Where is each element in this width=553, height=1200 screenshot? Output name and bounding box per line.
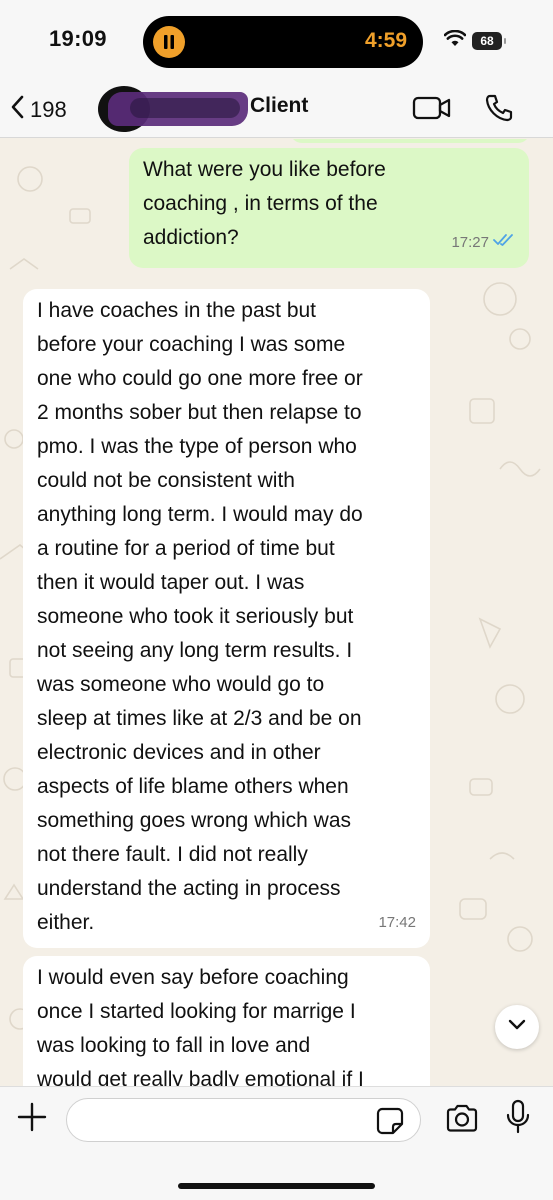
attach-button[interactable] [14,1101,50,1137]
video-camera-icon [412,95,452,126]
plus-icon [17,1102,47,1137]
chat-area[interactable]: What were you like before coaching , in … [0,139,553,1086]
chat-header: 198 Client [0,84,553,138]
camera-button[interactable] [444,1103,480,1137]
sticker-button[interactable] [376,1107,404,1135]
redaction-scribble-shade [130,98,240,118]
voice-call-button[interactable] [477,90,521,130]
phone-icon [484,93,514,128]
wifi-icon [443,29,467,52]
message-meta: 17:42 [378,906,416,940]
incoming-message[interactable]: I have coaches in the past but before yo… [23,289,430,948]
status-bar: 19:09 4:59 68 [0,0,553,84]
scroll-to-bottom-button[interactable] [495,1005,539,1049]
message-meta: 17:27 [451,226,515,260]
unread-count: 198 [30,97,67,122]
battery-indicator: 68 [472,32,506,50]
contact-name[interactable]: Client [250,94,308,118]
pause-icon[interactable] [153,26,185,58]
home-indicator[interactable] [178,1183,375,1189]
outgoing-message[interactable]: What were you like before coaching , in … [129,148,529,268]
status-indicators: 68 [443,29,506,52]
chevron-down-icon [508,1018,526,1036]
message-input[interactable] [66,1098,421,1142]
microphone-button[interactable] [502,1099,534,1139]
double-check-icon [493,226,515,260]
chevron-left-icon [10,95,24,125]
status-time: 19:09 [49,26,107,51]
microphone-icon [506,1099,530,1140]
video-call-button[interactable] [410,90,454,130]
camera-icon [445,1104,479,1137]
sticker-icon [376,1107,404,1139]
message-time: 17:27 [451,234,489,251]
previous-message-edge [290,139,530,143]
dynamic-island[interactable]: 4:59 [143,16,423,68]
composer-bar [0,1086,553,1200]
message-time: 17:42 [378,914,416,931]
message-text: I would even say before coaching once I … [37,966,364,1086]
back-button[interactable]: 198 [10,90,67,130]
incoming-message[interactable]: I would even say before coaching once I … [23,956,430,1086]
activity-timer: 4:59 [364,29,407,52]
message-text: I have coaches in the past but before yo… [37,299,363,934]
